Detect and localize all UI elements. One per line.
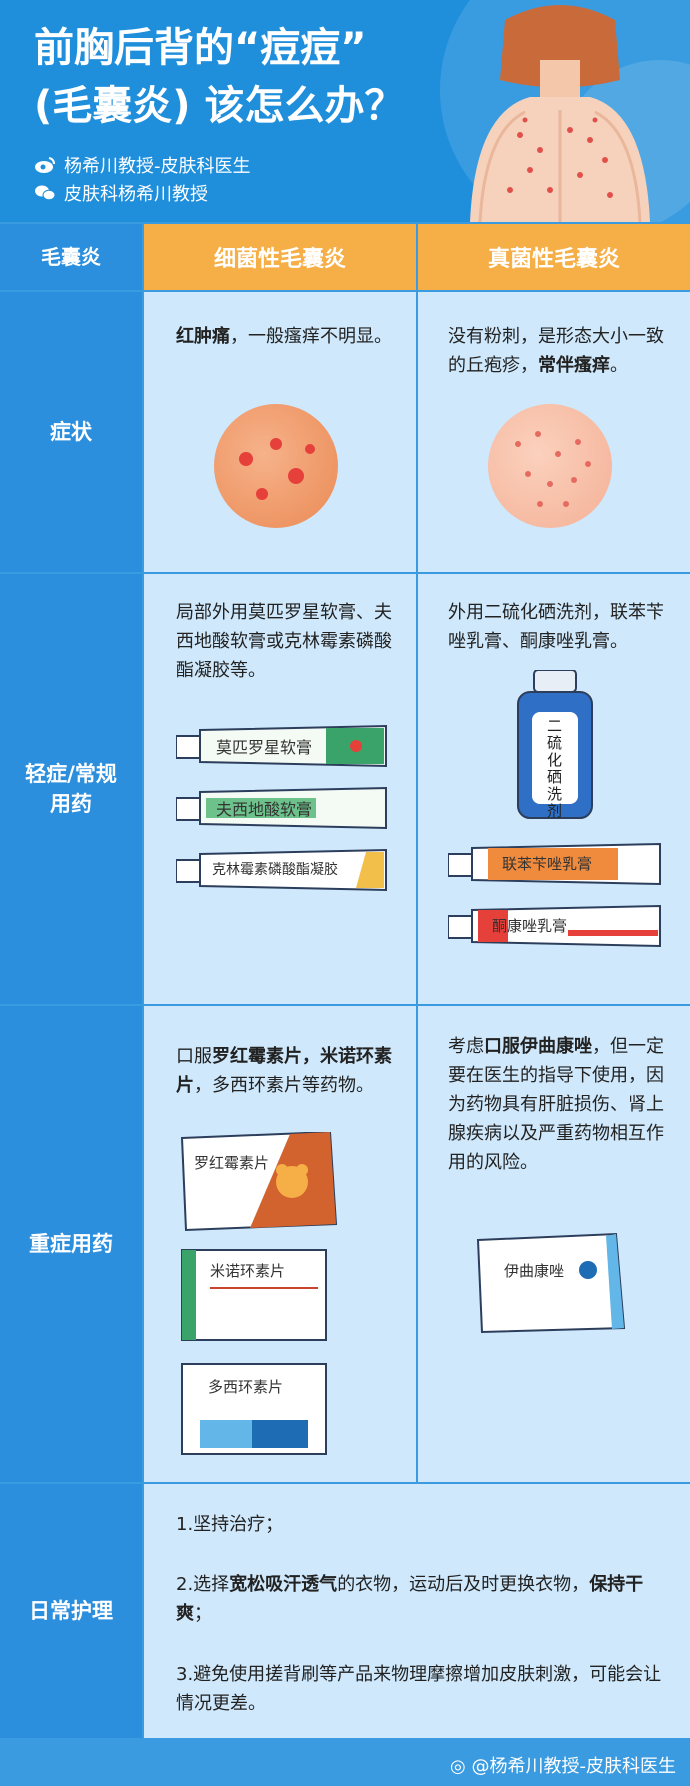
care-2-bold: 宽松吸汗透气: [229, 1574, 338, 1595]
bottle-label: 二硫化硒洗剂: [547, 717, 563, 820]
box-icon: [476, 1232, 626, 1334]
ointment-tube-2: 夫西地酸软膏: [175, 786, 388, 830]
severe-fungal-text: 考虑口服伊曲康唑，但一定要在医生的指导下使用，因为药物具有肝脏损伤、肾上腺疾病以…: [448, 1032, 670, 1177]
bacterial-skin-image: [214, 404, 338, 528]
table-row-care: 日常护理 1.坚持治疗； 2.选择宽松吸汗透气的衣物，运动后及时更换衣物，保持干…: [0, 1484, 690, 1738]
author-weibo-name: 杨希川教授-皮肤科医生: [64, 156, 251, 177]
cell-severe-bacterial: 口服罗红霉素片，米诺环素片，多西环素片等药物。 罗红霉素片 米诺环素片 多西环素…: [144, 1006, 416, 1482]
symptom-bacterial-bold: 红肿痛: [176, 326, 230, 347]
row-label-mild: 轻症/常规 用药: [0, 574, 142, 1004]
row-label-mild-line2: 用药: [50, 792, 92, 816]
symptom-fungal-text: 没有粉刺，是形态大小一致的丘疱疹，常伴瘙痒。: [448, 322, 672, 380]
symptom-fungal-end: 。: [610, 355, 628, 376]
box-4-label: 伊曲康唑: [504, 1262, 565, 1280]
cell-symptom-fungal: 没有粉刺，是形态大小一致的丘疱疹，常伴瘙痒。: [418, 292, 690, 572]
table-row-severe: 重症用药 口服罗红霉素片，米诺环素片，多西环素片等药物。 罗红霉素片 米诺环素片…: [0, 1006, 690, 1482]
row-label-severe: 重症用药: [0, 1006, 142, 1482]
symptom-bacterial-rest: ，一般瘙痒不明显。: [230, 326, 392, 347]
care-item-3: 3.避免使用搓背刷等产品来物理摩擦增加皮肤刺激，可能会让情况更差。: [176, 1664, 662, 1714]
cell-mild-bacterial: 局部外用莫匹罗星软膏、夫西地酸软膏或克林霉素磷酸酯凝胶等。 莫匹罗星软膏 夫西地…: [144, 574, 416, 1004]
tube-5-label: 酮康唑乳膏: [492, 917, 568, 935]
care-item-2: 2.选择宽松吸汗透气的衣物，运动后及时更换衣物，保持干爽；: [176, 1570, 676, 1628]
fungal-skin-image: [488, 404, 612, 528]
author-wechat-name: 皮肤科杨希川教授: [64, 184, 208, 205]
care-2a: 2.选择: [176, 1574, 230, 1595]
tube-1-label: 莫匹罗星软膏: [216, 738, 313, 757]
severe-bacterial-2: ，多西环素片等药物。: [194, 1075, 374, 1096]
tube-2-label: 夫西地酸软膏: [216, 800, 313, 819]
severe-bacterial-text: 口服罗红霉素片，米诺环素片，多西环素片等药物。: [176, 1042, 394, 1100]
header-cell-label: 毛囊炎: [0, 224, 142, 290]
row-label-mild-line1: 轻症/常规: [25, 762, 117, 786]
table-row-symptom: 症状 红肿痛，一般瘙痒不明显。 没有粉刺，是形态大小一致的丘疱疹，常伴瘙痒。: [0, 292, 690, 572]
ointment-tube-1: 莫匹罗星软膏: [175, 724, 388, 768]
footer-watermark: ◎ @杨希川教授-皮肤科医生: [450, 1752, 676, 1778]
box-2-label: 米诺环素片: [210, 1262, 286, 1280]
box-1-label: 罗红霉素片: [194, 1154, 270, 1172]
severe-bacterial-1: 口服: [176, 1046, 212, 1067]
red-bumps-icon: [239, 438, 315, 500]
pill-box-3: 多西环素片: [180, 1362, 330, 1458]
lotion-bottle: 二硫化硒洗剂: [516, 669, 594, 820]
care-2b: 的衣物，运动后及时更换衣物，: [337, 1574, 590, 1595]
symptom-fungal-bold: 常伴瘙痒: [538, 355, 610, 376]
weibo-icon: ◎: [450, 1756, 466, 1777]
box-icon: [180, 1130, 338, 1232]
table-row-mild: 轻症/常规 用药 局部外用莫匹罗星软膏、夫西地酸软膏或克林霉素磷酸酯凝胶等。 莫…: [0, 574, 690, 1004]
cell-mild-fungal: 外用二硫化硒洗剂，联苯苄唑乳膏、酮康唑乳膏。 二硫化硒洗剂 联苯苄唑乳膏 酮康唑…: [418, 574, 690, 1004]
row-label-symptom: 症状: [0, 292, 142, 572]
pill-box-1: 罗红霉素片: [180, 1130, 338, 1232]
ointment-tube-3: 克林霉素磷酸酯凝胶: [175, 848, 388, 892]
author-wechat: 皮肤科杨希川教授: [34, 180, 208, 206]
infographic: 前胸后背的“痘痘” (毛囊炎) 该怎么办？ 杨希川教授-皮肤科医生 皮肤科杨希川…: [0, 0, 690, 1786]
page-title-line2: (毛囊炎) 该怎么办？: [34, 83, 405, 129]
pill-box-2: 米诺环素片: [180, 1248, 330, 1344]
author-weibo: 杨希川教授-皮肤科医生: [34, 152, 251, 178]
header-cell-bacterial: 细菌性毛囊炎: [144, 224, 416, 290]
wechat-icon: [35, 185, 56, 201]
ointment-tube-5: 酮康唑乳膏: [447, 904, 662, 948]
symptom-bacterial-text: 红肿痛，一般瘙痒不明显。: [176, 322, 396, 351]
weibo-icon: [35, 157, 55, 173]
pill-box-4: 伊曲康唑: [476, 1232, 628, 1336]
papules-icon: [515, 431, 591, 507]
care-item-1: 1.坚持治疗；: [176, 1514, 284, 1535]
row-label-care: 日常护理: [0, 1484, 142, 1738]
cell-symptom-bacterial: 红肿痛，一般瘙痒不明显。: [144, 292, 416, 572]
header-cell-fungal: 真菌性毛囊炎: [418, 224, 690, 290]
header-banner: 前胸后背的“痘痘” (毛囊炎) 该怎么办？ 杨希川教授-皮肤科医生 皮肤科杨希川…: [0, 0, 690, 222]
severe-fungal-1: 考虑: [448, 1036, 484, 1057]
care-2c: ；: [194, 1603, 212, 1624]
mild-fungal-text: 外用二硫化硒洗剂，联苯苄唑乳膏、酮康唑乳膏。: [448, 602, 664, 652]
severe-fungal-bold: 口服伊曲康唑: [484, 1036, 592, 1057]
tube-3-label: 克林霉素磷酸酯凝胶: [212, 862, 338, 878]
box-3-label: 多西环素片: [208, 1378, 284, 1396]
table-header-row: 毛囊炎 细菌性毛囊炎 真菌性毛囊炎: [0, 222, 690, 290]
page-title-line1: 前胸后背的“痘痘”: [34, 25, 367, 71]
cell-care: 1.坚持治疗； 2.选择宽松吸汗透气的衣物，运动后及时更换衣物，保持干爽； 3.…: [144, 1484, 690, 1738]
ointment-tube-4: 联苯苄唑乳膏: [447, 842, 662, 886]
person-back-illustration: [470, 5, 650, 222]
footer-watermark-text: @杨希川教授-皮肤科医生: [471, 1756, 677, 1777]
cell-severe-fungal: 考虑口服伊曲康唑，但一定要在医生的指导下使用，因为药物具有肝脏损伤、肾上腺疾病以…: [418, 1006, 690, 1482]
mild-bacterial-text: 局部外用莫匹罗星软膏、夫西地酸软膏或克林霉素磷酸酯凝胶等。: [176, 602, 392, 681]
tube-4-label: 联苯苄唑乳膏: [502, 855, 593, 873]
